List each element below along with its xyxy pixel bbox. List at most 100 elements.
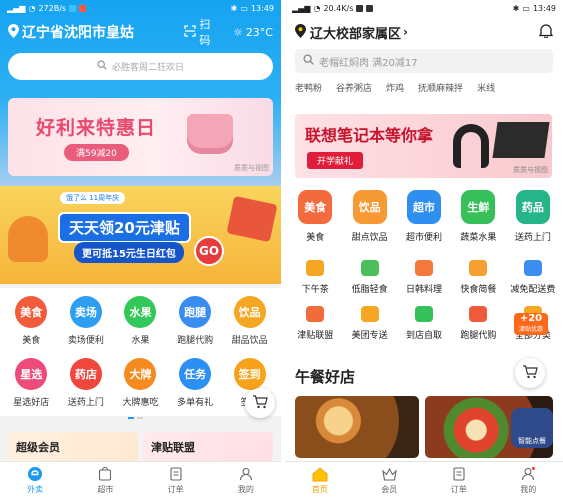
hot-word[interactable]: 炸鸡 (386, 81, 404, 94)
promo-banner-holiland[interactable]: 好利来特惠日 满59减20 质质与视图 (8, 98, 273, 176)
checkin-icon: 签到 (233, 358, 266, 390)
category-food[interactable]: 美食 美食 (288, 190, 342, 243)
sun-icon: ☼ (232, 25, 243, 39)
promo-banner-lenovo[interactable]: 联想笔记本等你拿 开学献礼 质质与视图 (295, 114, 552, 178)
subsidy-badge[interactable]: +20 津贴优惠 (514, 313, 548, 335)
hot-word[interactable]: 抚顺麻辣拌 (418, 81, 463, 94)
restaurant-card-takoyaki[interactable] (295, 396, 419, 458)
category-label: 送药上门 (514, 233, 551, 243)
address-selector[interactable]: 辽大校部家属区 (310, 23, 401, 42)
category-star-shops[interactable]: 星选 星选好店 (4, 354, 59, 416)
runner-icon (469, 306, 488, 322)
cart-button[interactable] (515, 358, 545, 388)
promo-ribbon: 饿了么 11周年庆 (60, 192, 126, 204)
tab-orders[interactable]: 订单 (424, 462, 494, 499)
house-icon (360, 306, 379, 322)
category-label: 美食 (22, 336, 41, 346)
category-errand[interactable]: 跑腿代购 (451, 300, 505, 346)
supermarket-icon: 超市 (407, 190, 442, 224)
network-speed: 20.4K/s (323, 4, 354, 13)
category-label: 超市便利 (406, 233, 443, 243)
coin-icon (306, 306, 325, 322)
category-subsidy-alliance[interactable]: 津贴联盟 (288, 300, 342, 346)
tab-orders[interactable]: 订单 (141, 462, 211, 499)
takeout-icon (27, 466, 43, 482)
weather-widget[interactable]: ☼ 23°C (233, 26, 273, 39)
tab-home[interactable]: 首页 (285, 462, 355, 499)
category-label: 快食简餐 (460, 285, 497, 295)
promo-main-text: 天天领20元津贴 (58, 212, 191, 243)
search-placeholder: 老帽红焖肉 满20减17 (319, 57, 418, 69)
tab-label: 首页 (311, 485, 328, 494)
profile-icon (238, 466, 254, 482)
location-pin-icon (8, 23, 19, 41)
hot-word[interactable]: 老鸭粉 (295, 81, 322, 94)
super-member-card[interactable]: 超级会员 (8, 432, 138, 462)
search-input[interactable]: 必胜客周二狂欢日 (8, 53, 273, 80)
tab-profile[interactable]: 我的 (494, 462, 563, 499)
category-label: 日韩料理 (406, 285, 443, 295)
category-brands[interactable]: 大牌 大牌惠吃 (113, 354, 168, 416)
category-pharmacy[interactable]: 药店 送药上门 (59, 354, 114, 416)
category-desserts[interactable]: 饮品 甜点饮品 (342, 190, 396, 243)
category-supermarket[interactable]: 超市 超市便利 (397, 190, 451, 243)
category-tasks[interactable]: 任务 多单有礼 (168, 354, 223, 416)
category-light-meals[interactable]: 低脂轻食 (342, 254, 396, 300)
category-label: 跑腿代购 (177, 336, 214, 346)
cart-button[interactable] (245, 388, 275, 418)
category-label: 蔬菜水果 (460, 233, 497, 243)
tab-takeout[interactable]: 外卖 (0, 462, 70, 499)
tab-supermarket[interactable]: 超市 (70, 462, 140, 499)
bottom-tab-bar: 首页 会员 订单 我的 (285, 461, 563, 499)
banner-tag: 质质与视图 (513, 166, 548, 174)
category-fresh[interactable]: 生鲜 蔬菜水果 (451, 190, 505, 243)
category-convenience[interactable]: 卖场 卖场便利 (59, 292, 114, 354)
location-selector[interactable]: 辽宁省沈阳市皇姑 (22, 22, 160, 42)
category-free-delivery[interactable]: 减免配送费 (506, 254, 560, 300)
app-notify-icon (356, 5, 364, 12)
search-input[interactable]: 老帽红焖肉 满20减17 (295, 49, 553, 73)
scan-button[interactable]: 扫码 (184, 16, 221, 48)
hot-word[interactable]: 米线 (477, 81, 495, 94)
page-indicator (128, 417, 143, 419)
category-label: 美团专送 (351, 331, 388, 341)
network-speed: 272B/s (38, 4, 67, 13)
smart-order-button[interactable]: 智能点餐 (511, 408, 553, 448)
category-afternoon-tea[interactable]: 下午茶 (288, 254, 342, 300)
wifi-icon: ◔ (28, 4, 36, 13)
category-label: 水果 (131, 336, 150, 346)
tab-profile[interactable]: 我的 (211, 462, 281, 499)
battery-icon: ▭ (522, 4, 530, 13)
meituan-screen: ▂▄▆ ◔ 20.4K/s ✱ ▭ 13:49 辽大校部家属区 › 老帽红焖肉 满20减… (285, 0, 563, 499)
category-drinks[interactable]: 饮品 甜品饮品 (222, 292, 277, 354)
category-meituan-delivery[interactable]: 美团专送 (342, 300, 396, 346)
wifi-icon: ◔ (313, 4, 321, 13)
category-pickup[interactable]: 到店自取 (397, 300, 451, 346)
bell-icon[interactable] (538, 23, 554, 41)
category-food[interactable]: 美食 美食 (4, 292, 59, 354)
clock: 13:49 (250, 4, 274, 13)
category-label: 跑腿代购 (460, 331, 497, 341)
secondary-row-1: 下午茶 低脂轻食 日韩料理 快食简餐 减免配送费 (288, 254, 560, 300)
subsidy-promo-banner[interactable]: 饿了么 11周年庆 天天领20元津贴 更可抵15元生日红包 GO (0, 186, 281, 284)
category-fast-food[interactable]: 快食简餐 (451, 254, 505, 300)
task-icon: 任务 (179, 358, 212, 390)
go-button[interactable]: GO (194, 236, 224, 266)
crown-icon (381, 466, 397, 482)
status-bar: ▂▄▆ ◔ 20.4K/s ✱ ▭ 13:49 (285, 0, 563, 17)
delivery-icon (523, 260, 542, 276)
page-dot (137, 417, 143, 419)
banner-title: 联想笔记本等你拿 (305, 126, 434, 145)
badge-value: +20 (519, 313, 543, 324)
category-fruit[interactable]: 水果 水果 (113, 292, 168, 354)
category-errand[interactable]: 跑腿 跑腿代购 (168, 292, 223, 354)
tab-member[interactable]: 会员 (355, 462, 425, 499)
category-label: 送药上门 (67, 398, 104, 408)
app-notify-icon (69, 5, 77, 12)
hot-word[interactable]: 谷养粥店 (336, 81, 372, 94)
search-placeholder: 必胜客周二狂欢日 (111, 63, 184, 73)
category-pharmacy[interactable]: 药品 送药上门 (506, 190, 560, 243)
scan-icon (184, 24, 197, 40)
category-japanese-korean[interactable]: 日韩料理 (397, 254, 451, 300)
subsidy-alliance-card[interactable]: 津贴联盟 (143, 432, 273, 462)
